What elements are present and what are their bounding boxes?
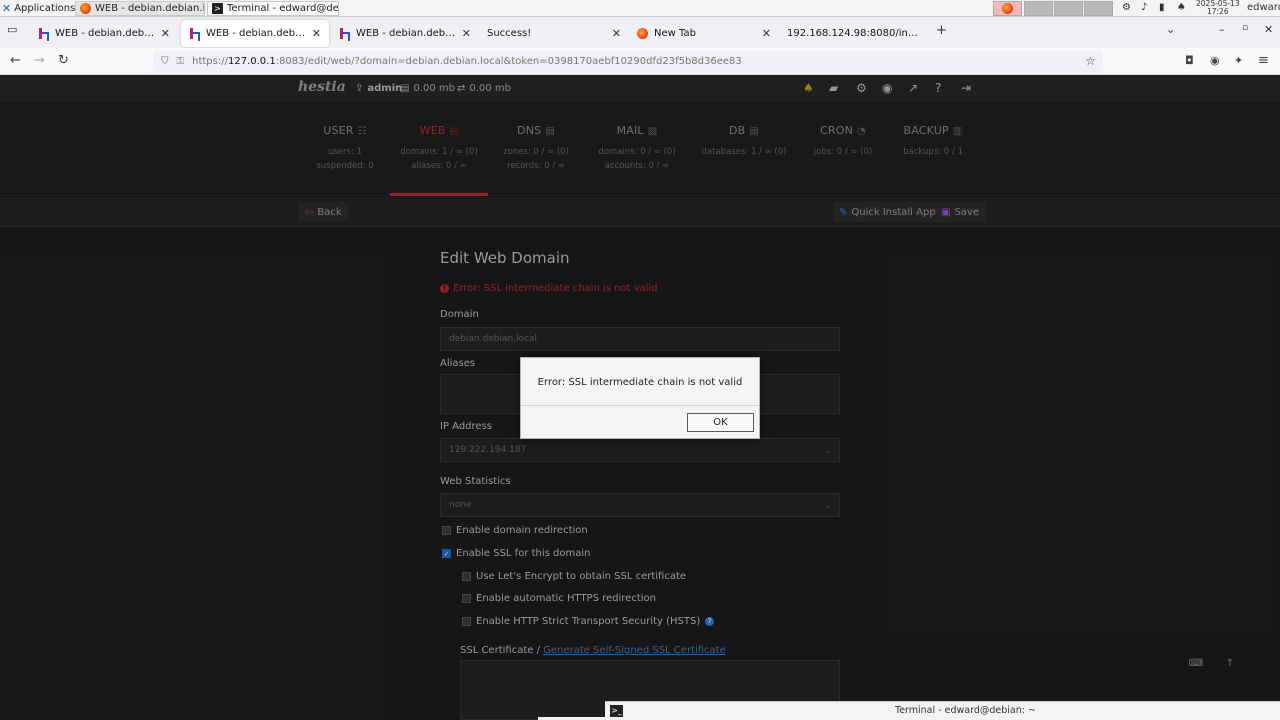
tab-web-2[interactable]: WEB - debian.debian.local ✕ — [181, 20, 329, 47]
close-tab-icon[interactable]: ✕ — [762, 27, 771, 40]
url-bar[interactable]: ⛉ ⚿ https://127.0.0.1:8083/edit/web/?dom… — [153, 51, 1103, 72]
minimize-window-icon[interactable]: – — [1219, 23, 1225, 36]
volume-icon[interactable]: ♪ — [1141, 2, 1147, 13]
workspace-4[interactable] — [1084, 1, 1113, 16]
battery-icon[interactable]: ▮ — [1159, 2, 1165, 13]
terminal-icon: >_ — [610, 705, 623, 717]
workspace-3[interactable] — [1054, 1, 1083, 16]
dialog-divider — [521, 405, 759, 406]
hestia-icon — [189, 28, 200, 41]
url-text: https://127.0.0.1:8083/edit/web/?domain=… — [192, 56, 742, 67]
extensions-icon[interactable]: ✦ — [1234, 54, 1243, 67]
browser-nav-bar: ← → ↻ ⛉ ⚿ https://127.0.0.1:8083/edit/we… — [0, 48, 1280, 75]
workspace-1[interactable] — [993, 1, 1022, 16]
hestia-icon — [339, 28, 350, 41]
xfce-logo-icon: ✕ — [2, 2, 12, 15]
hestia-icon — [38, 28, 49, 41]
bookmark-star-icon[interactable]: ☆ — [1085, 54, 1096, 68]
tab-remote-index[interactable]: 192.168.124.98:8080/index — [779, 20, 929, 47]
taskbar-task-terminal[interactable]: > Terminal - edward@deb... — [207, 1, 339, 16]
reload-icon[interactable]: ↻ — [58, 53, 69, 68]
tab-web-1[interactable]: WEB - debian.debian.local ✕ — [30, 20, 178, 47]
clock[interactable]: 2025-05-13 17:26 — [1196, 0, 1240, 16]
terminal-icon: > — [212, 3, 223, 14]
taskbar-task-firefox[interactable]: WEB - debian.debian.lo... — [75, 1, 205, 16]
forward-arrow-icon[interactable]: → — [34, 53, 45, 68]
account-icon[interactable]: ◉ — [1210, 54, 1220, 67]
lock-icon[interactable]: ⚿ — [177, 56, 185, 67]
session-user[interactable]: edward — [1247, 2, 1280, 13]
alert-dialog: Error: SSL intermediate chain is not val… — [520, 357, 760, 439]
workspace-2[interactable] — [1024, 1, 1053, 16]
network-icon[interactable]: ⚙ — [1122, 2, 1131, 13]
tab-web-3[interactable]: WEB - debian.debian.local ✕ — [331, 20, 479, 47]
shield-icon[interactable]: ⛉ — [161, 56, 169, 67]
alert-message: Error: SSL intermediate chain is not val… — [537, 377, 743, 388]
desktop-taskbar: ✕ Applications ⋮ WEB - debian.debian.lo.… — [0, 0, 1280, 17]
new-tab-plus-icon[interactable]: + — [936, 23, 947, 38]
browser-tab-bar: ▭ WEB - debian.debian.local ✕ WEB - debi… — [0, 17, 1280, 48]
close-tab-icon[interactable]: ✕ — [312, 27, 321, 40]
terminal-title: Terminal - edward@debian: ~ — [895, 705, 1036, 716]
notification-bell-icon[interactable]: ♠ — [1177, 2, 1186, 13]
firefox-icon — [80, 3, 91, 14]
list-all-tabs-icon[interactable]: ▭ — [7, 23, 17, 36]
terminal-window-titlebar[interactable]: >_ Terminal - edward@debian: ~ — [605, 701, 1280, 720]
maximize-window-icon[interactable]: ▫ — [1242, 23, 1248, 33]
close-tab-icon[interactable]: ✕ — [462, 27, 471, 40]
firefox-icon — [1002, 3, 1013, 14]
tab-new-tab[interactable]: New Tab ✕ — [629, 20, 779, 47]
ok-button[interactable]: OK — [687, 413, 754, 432]
pocket-icon[interactable]: ◘ — [1185, 54, 1194, 67]
menu-hamburger-icon[interactable]: ≡ — [1258, 53, 1269, 68]
close-window-icon[interactable]: ✕ — [1264, 23, 1273, 36]
tab-success[interactable]: Success! ✕ — [479, 20, 629, 47]
firefox-icon — [637, 28, 648, 39]
close-tab-icon[interactable]: ✕ — [161, 27, 170, 40]
back-arrow-icon[interactable]: ← — [10, 53, 21, 68]
tab-overflow-chevron-icon[interactable]: ⌄ — [1166, 23, 1175, 36]
close-tab-icon[interactable]: ✕ — [612, 27, 621, 40]
